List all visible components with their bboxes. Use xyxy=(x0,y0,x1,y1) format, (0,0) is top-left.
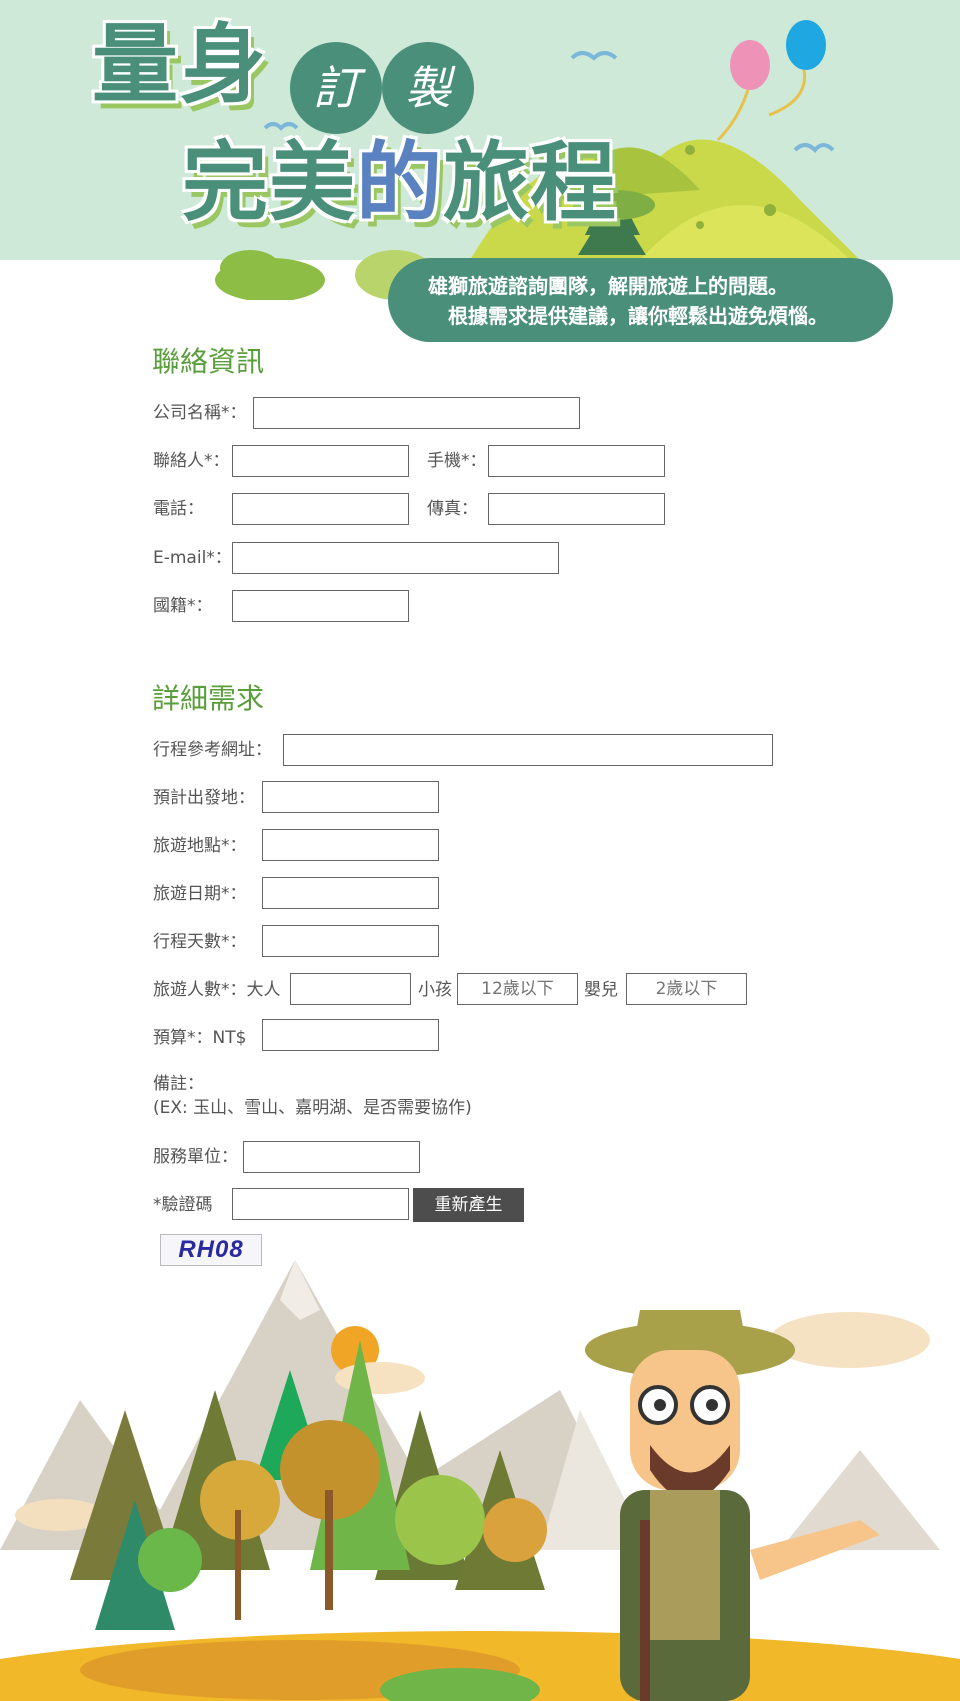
child-label: 小孩 xyxy=(418,980,452,1000)
page: 量身 訂 製 完美的旅程 雄獅旅遊諮詢團隊，解開旅遊上的問題。 根據需求提供建議… xyxy=(0,0,960,1701)
remarks-hint: (EX: 玉山、雪山、嘉明湖、是否需要協作) xyxy=(153,1098,472,1118)
infant-label: 嬰兒 xyxy=(584,980,618,1000)
days-label: 行程天數*： xyxy=(153,932,247,952)
footer-scenery-illustration xyxy=(0,1260,960,1701)
contact-section-title: 聯絡資訊 xyxy=(152,345,265,378)
fax-input[interactable] xyxy=(488,493,665,525)
adults-input[interactable] xyxy=(290,973,411,1005)
title-line-2-a: 完美 xyxy=(182,133,356,233)
departure-label: 預計出發地： xyxy=(153,788,255,808)
banner-line-1: 雄獅旅遊諮詢團隊，解開旅遊上的問題。 xyxy=(428,274,788,298)
company-input[interactable] xyxy=(253,397,580,429)
title-line-2-c: 旅程 xyxy=(443,133,617,233)
title-circle-2: 製 xyxy=(382,42,474,134)
contact-person-label: 聯絡人*： xyxy=(153,451,230,471)
remarks-label: 備註： xyxy=(153,1074,204,1094)
regenerate-captcha-button[interactable]: 重新產生 xyxy=(413,1188,524,1222)
date-input[interactable] xyxy=(262,877,439,909)
mobile-input[interactable] xyxy=(488,445,665,477)
contact-person-input[interactable] xyxy=(232,445,409,477)
days-input[interactable] xyxy=(262,925,439,957)
fax-label: 傳真： xyxy=(427,499,478,519)
details-section-title: 詳細需求 xyxy=(152,682,265,715)
email-label: E-mail*： xyxy=(153,548,232,568)
mobile-label: 手機*： xyxy=(427,451,487,471)
intro-banner: 雄獅旅遊諮詢團隊，解開旅遊上的問題。 根據需求提供建議，讓你輕鬆出遊免煩惱。 xyxy=(388,258,893,342)
banner-line-2: 根據需求提供建議，讓你輕鬆出遊免煩惱。 xyxy=(448,304,828,328)
captcha-input[interactable] xyxy=(232,1188,409,1220)
service-unit-label: 服務單位： xyxy=(153,1147,238,1167)
phone-label: 電話： xyxy=(153,499,204,519)
children-input[interactable] xyxy=(457,973,578,1005)
nationality-label: 國籍*： xyxy=(153,596,213,616)
service-unit-input[interactable] xyxy=(243,1141,420,1173)
company-label: 公司名稱*： xyxy=(153,403,247,423)
title-circle-1: 訂 xyxy=(290,42,382,134)
nationality-input[interactable] xyxy=(232,590,409,622)
date-label: 旅遊日期*： xyxy=(153,884,247,904)
departure-input[interactable] xyxy=(262,781,439,813)
itinerary-url-input[interactable] xyxy=(283,734,773,766)
title-line-2: 完美的旅程 xyxy=(182,140,617,226)
people-label: 旅遊人數*：大人 xyxy=(153,980,281,1000)
header: 量身 訂 製 完美的旅程 雄獅旅遊諮詢團隊，解開旅遊上的問題。 根據需求提供建議… xyxy=(0,0,960,342)
title-line-1: 量身 xyxy=(92,15,268,115)
destination-input[interactable] xyxy=(262,829,439,861)
budget-input[interactable] xyxy=(262,1019,439,1051)
email-input[interactable] xyxy=(232,542,559,574)
title-line-2-b: 的 xyxy=(356,133,443,233)
destination-label: 旅遊地點*： xyxy=(153,836,247,856)
itinerary-url-label: 行程參考網址： xyxy=(153,740,272,760)
infants-input[interactable] xyxy=(626,973,747,1005)
phone-input[interactable] xyxy=(232,493,409,525)
captcha-label: *驗證碼 xyxy=(153,1195,213,1215)
budget-label: 預算*：NT$ xyxy=(153,1028,247,1048)
